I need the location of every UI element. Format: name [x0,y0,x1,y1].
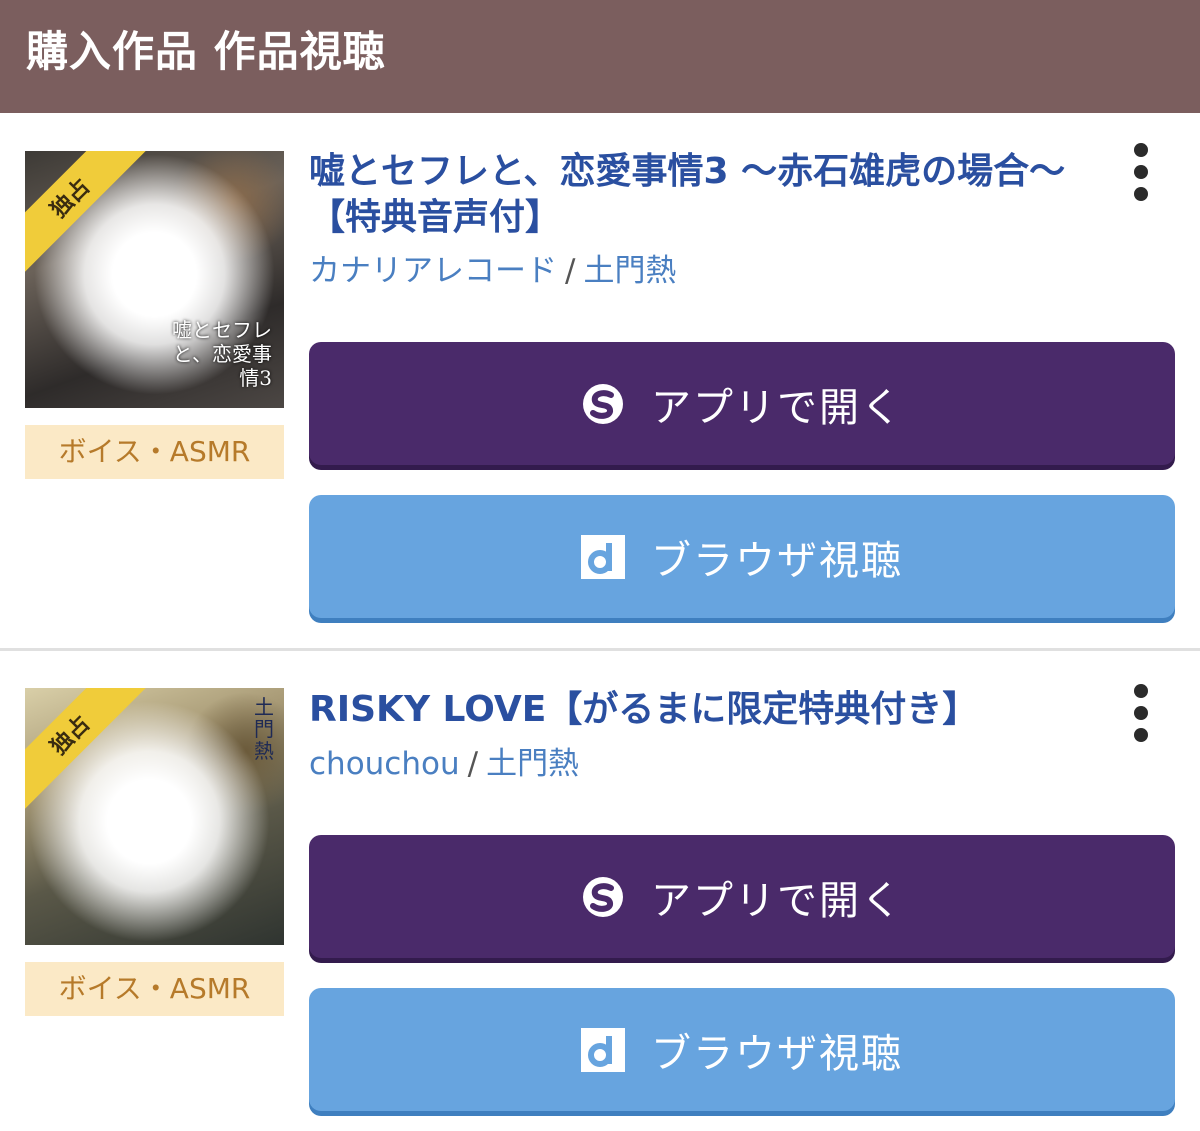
page-header: 購入作品 作品視聴 [0,0,1200,113]
browser-view-label: ブラウザ視聴 [651,1030,903,1077]
circle-link[interactable]: chouchou [309,746,460,782]
voice-actor-link[interactable]: 土門熱 [583,253,676,289]
work-title-link[interactable]: RISKY LOVE【がるまに限定特典付き】 [309,687,1084,733]
work-meta: カナリアレコード / 土門熱 [309,251,676,291]
page-title: 購入作品 作品視聴 [26,27,386,76]
work-meta: chouchou / 土門熱 [309,744,579,784]
purchased-item: 独占 土門熱 ボイス・ASMR RISKY LOVE【がるまに限定特典付き】 c… [0,652,1200,1131]
d-logo-icon [581,1027,625,1072]
purchased-item: 独占 嘘とセフレと、恋愛事情3 ボイス・ASMR 嘘とセフレと、恋愛事情3 〜赤… [0,113,1200,650]
voice-actor-link[interactable]: 土門熱 [486,746,579,782]
meta-separator: / [565,253,576,289]
open-in-app-label: アプリで開く [651,384,903,431]
work-title-link[interactable]: 嘘とセフレと、恋愛事情3 〜赤石雄虎の場合〜【特典音声付】 [309,149,1084,241]
open-in-app-button[interactable]: アプリで開く [309,342,1175,465]
circle-link[interactable]: カナリアレコード [309,253,557,289]
category-tag: ボイス・ASMR [25,425,284,479]
cover-image[interactable]: 独占 土門熱 [25,688,284,945]
browser-view-button[interactable]: ブラウザ視聴 [309,988,1175,1111]
open-in-app-label: アプリで開く [651,877,903,924]
browser-view-label: ブラウザ視聴 [651,537,903,584]
cover-title-text: 土門熱 [254,695,274,763]
more-vertical-icon[interactable] [1126,684,1156,744]
item-divider [0,648,1200,651]
cover-image[interactable]: 独占 嘘とセフレと、恋愛事情3 [25,151,284,408]
more-vertical-icon[interactable] [1126,143,1156,203]
open-in-app-button[interactable]: アプリで開く [309,835,1175,958]
cover-title-text: 嘘とセフレと、恋愛事情3 [172,318,272,390]
s-logo-icon [581,875,625,919]
d-logo-icon [581,534,625,579]
s-logo-icon [581,382,625,426]
browser-view-button[interactable]: ブラウザ視聴 [309,495,1175,618]
category-tag: ボイス・ASMR [25,962,284,1016]
meta-separator: / [467,746,479,782]
